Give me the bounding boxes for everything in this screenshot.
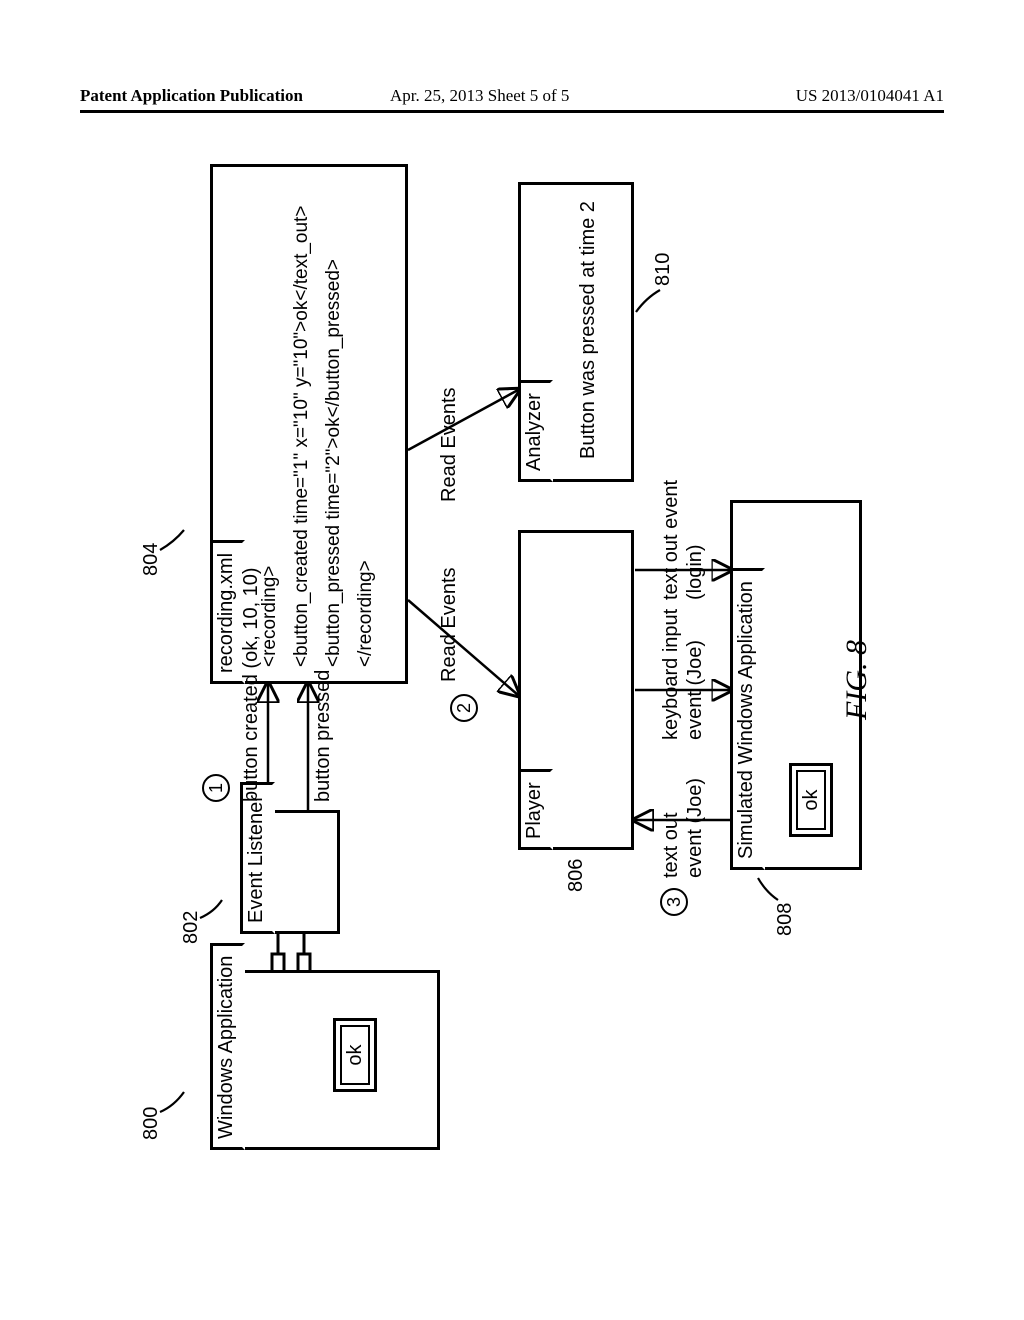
step-2: 2 xyxy=(450,694,478,722)
analyzer-message: Button was pressed at time 2 xyxy=(577,201,600,459)
ok-label: ok xyxy=(344,1044,367,1065)
xml-line-2: <button_created time="1" x="10" y="10">o… xyxy=(291,206,313,667)
figure-stage: Windows Application ok Event Listener re… xyxy=(140,145,880,1170)
figure-label: FIG. 8 xyxy=(840,640,874,720)
ref-806: 806 xyxy=(565,859,588,892)
header-right: US 2013/0104041 A1 xyxy=(796,86,944,106)
arrow-label-read-events-1: Read Events xyxy=(438,567,461,682)
page: Patent Application Publication Apr. 25, … xyxy=(0,0,1024,1320)
header-left: Patent Application Publication xyxy=(80,86,303,106)
tab-event-listener: Event Listener xyxy=(240,782,275,934)
ref-800: 800 xyxy=(140,1107,163,1140)
arrow-label-textout-joe-1: text out xyxy=(660,812,683,878)
ok-button-original: ok xyxy=(333,1018,377,1092)
step-1: 1 xyxy=(202,774,230,802)
box-player: Player xyxy=(518,530,634,850)
arrow-label-textout-login-1: text out event xyxy=(660,480,683,600)
header-rule xyxy=(80,110,944,113)
arrow-label-textout-login-2: (login) xyxy=(684,544,707,600)
ref-808: 808 xyxy=(774,903,797,936)
figure-inner: Windows Application ok Event Listener re… xyxy=(140,145,880,1170)
tab-simulated-app: Simulated Windows Application xyxy=(730,568,765,870)
arrow-label-kb-joe-2: event (Joe) xyxy=(684,640,707,740)
arrow-label-kb-joe-1: keyboard input xyxy=(660,609,683,740)
tab-windows-application: Windows Application xyxy=(210,943,245,1150)
box-analyzer: Analyzer Button was pressed at time 2 xyxy=(518,182,634,482)
arrow-label-textout-joe-2: event (Joe) xyxy=(684,778,707,878)
tab-analyzer: Analyzer xyxy=(518,380,553,482)
xml-line-4: </recording> xyxy=(355,560,377,667)
ok-button-simulated: ok xyxy=(789,763,833,837)
header-center: Apr. 25, 2013 Sheet 5 of 5 xyxy=(390,86,569,106)
ref-804: 804 xyxy=(140,543,163,576)
xml-line-3: <button_pressed time="2">ok</button_pres… xyxy=(323,259,345,667)
step-3-label: 3 xyxy=(664,897,685,907)
tab-player: Player xyxy=(518,769,553,850)
arrow-label-button-created: button created (ok, 10, 10) xyxy=(240,567,263,802)
box-event-listener: Event Listener xyxy=(240,810,340,934)
ref-810: 810 xyxy=(652,253,675,286)
step-2-label: 2 xyxy=(454,703,475,713)
arrow-label-button-pressed: button pressed xyxy=(312,670,335,802)
step-1-label: 1 xyxy=(206,783,227,793)
ref-802: 802 xyxy=(180,911,203,944)
step-3: 3 xyxy=(660,888,688,916)
arrow-label-read-events-2: Read Events xyxy=(438,387,461,502)
ok-label-sim: ok xyxy=(800,789,823,810)
box-windows-application: Windows Application ok xyxy=(210,970,440,1150)
